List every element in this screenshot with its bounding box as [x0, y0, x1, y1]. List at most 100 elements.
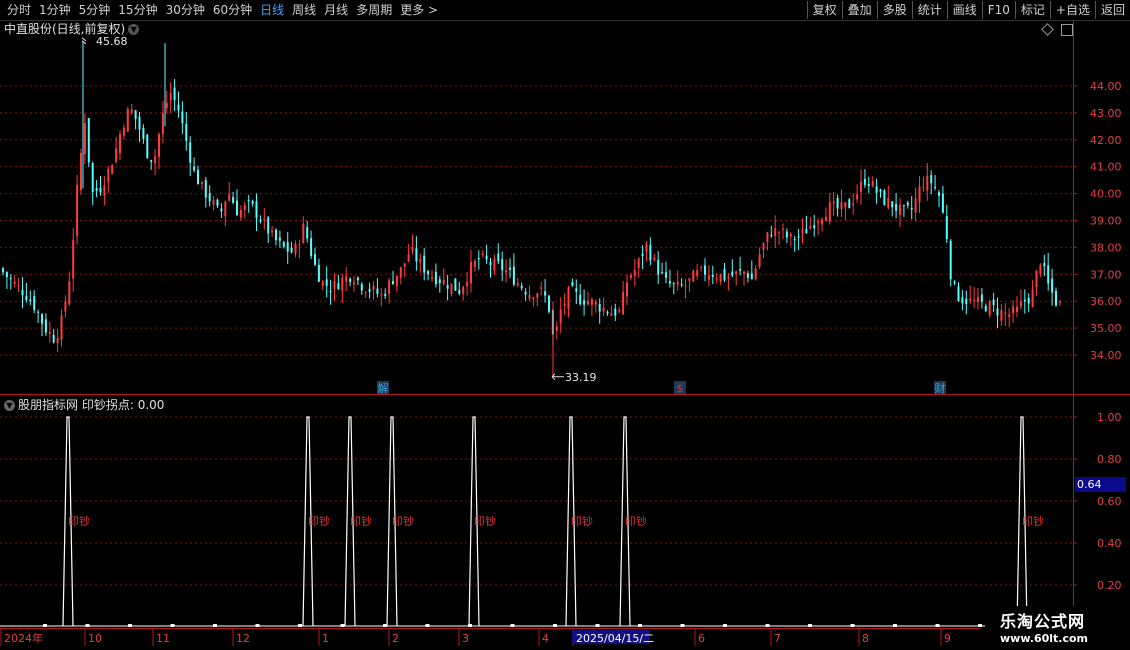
candle-body — [17, 285, 20, 287]
candle-body — [485, 255, 488, 260]
y-tick-label: 34.00 — [1090, 349, 1122, 362]
candle-body — [95, 187, 98, 192]
x-axis-label: 6 — [698, 632, 705, 645]
indicator-marker — [935, 624, 940, 627]
indicator-marker — [680, 624, 685, 627]
candle-body — [813, 225, 816, 229]
indicator-marker — [808, 624, 812, 627]
x-axis-label: 2025/04/15/二 — [576, 632, 654, 645]
y-tick-label: 42.00 — [1090, 134, 1122, 147]
candle-body — [470, 261, 472, 284]
candle-body — [840, 202, 843, 210]
candle-body — [251, 200, 254, 204]
candle-body — [516, 283, 519, 286]
candle-body — [454, 278, 457, 291]
candle-body — [489, 262, 492, 266]
signal-label: 印钞 — [308, 514, 330, 528]
candle-body — [72, 239, 75, 279]
candle-body — [1016, 306, 1018, 312]
candle-body — [442, 279, 445, 285]
candle-body — [746, 273, 749, 278]
y-tick-label: 0.20 — [1097, 579, 1122, 592]
candle-body — [766, 232, 769, 243]
candle-body — [879, 189, 882, 192]
candle-body — [536, 293, 539, 298]
candle-body — [949, 240, 952, 280]
candle-body — [544, 291, 547, 296]
candle-body — [555, 326, 558, 331]
candle-body — [871, 181, 874, 187]
indicator-marker — [553, 624, 557, 627]
candle-body — [626, 282, 628, 297]
candle-body — [271, 230, 274, 233]
candle-body — [423, 255, 426, 273]
candle-body — [321, 281, 324, 287]
chevron-down-icon[interactable]: ▼ — [4, 400, 15, 411]
x-axis-label: 9 — [944, 632, 951, 645]
candle-body — [778, 232, 781, 234]
candle-body — [828, 202, 831, 222]
watermark-url: www.60lt.com — [1000, 632, 1089, 645]
candle-body — [583, 300, 586, 305]
candle-body — [76, 185, 79, 236]
candle-body — [473, 260, 476, 268]
candle-body — [614, 308, 617, 316]
candle-body — [653, 257, 656, 260]
candle-body — [512, 266, 515, 285]
candle-body — [368, 288, 371, 292]
candle-body — [700, 266, 703, 268]
candle-body — [906, 202, 909, 206]
candle-body — [1019, 301, 1022, 307]
candle-body — [641, 253, 644, 256]
candle-body — [263, 218, 266, 221]
candle-body — [704, 265, 706, 275]
candle-body — [56, 337, 59, 344]
indicator-name: 股朋指标网 — [18, 398, 79, 412]
candle-body — [177, 104, 180, 111]
candle-body — [977, 297, 979, 303]
candle-body — [899, 204, 901, 215]
candle-body — [563, 303, 566, 306]
candle-body — [200, 181, 203, 185]
candle-body — [290, 247, 293, 253]
watermark-name: 乐淘公式网 — [1000, 612, 1086, 631]
candle-body — [294, 243, 297, 255]
candle-body — [431, 276, 433, 279]
candle-body — [122, 127, 125, 136]
candle-body — [91, 162, 94, 192]
x-axis-label: 2 — [392, 632, 399, 645]
candle-body — [407, 254, 410, 262]
candle-body — [9, 278, 12, 280]
indicator-marker — [128, 624, 132, 627]
indicator-marker — [43, 624, 47, 627]
x-axis-label: 4 — [542, 632, 549, 645]
candle-body — [169, 92, 172, 101]
candle-body — [64, 301, 67, 312]
candle-body — [493, 258, 496, 271]
candle-body — [317, 264, 320, 282]
candle-body — [372, 285, 375, 290]
y-tick-label: 41.00 — [1090, 161, 1122, 174]
candle-body — [325, 279, 328, 286]
x-axis-label: 7 — [774, 632, 781, 645]
candle-body — [758, 254, 761, 267]
candle-body — [150, 160, 153, 162]
candle-body — [107, 169, 110, 182]
candle-body — [466, 281, 469, 287]
candle-body — [532, 297, 535, 299]
signal-label: 印钞 — [350, 514, 372, 528]
candle-body — [711, 274, 714, 277]
candle-body — [731, 271, 734, 276]
candle-body — [165, 102, 168, 109]
candle-body — [762, 243, 765, 250]
candle-body — [980, 294, 983, 302]
candle-body — [824, 216, 827, 221]
candle-body — [403, 263, 406, 267]
candle-body — [587, 301, 589, 305]
candle-body — [606, 311, 609, 314]
candle-body — [259, 219, 262, 222]
candle-body — [1004, 312, 1007, 314]
candle-body — [602, 307, 605, 312]
candle-body — [633, 269, 636, 276]
candle-body — [126, 108, 129, 132]
